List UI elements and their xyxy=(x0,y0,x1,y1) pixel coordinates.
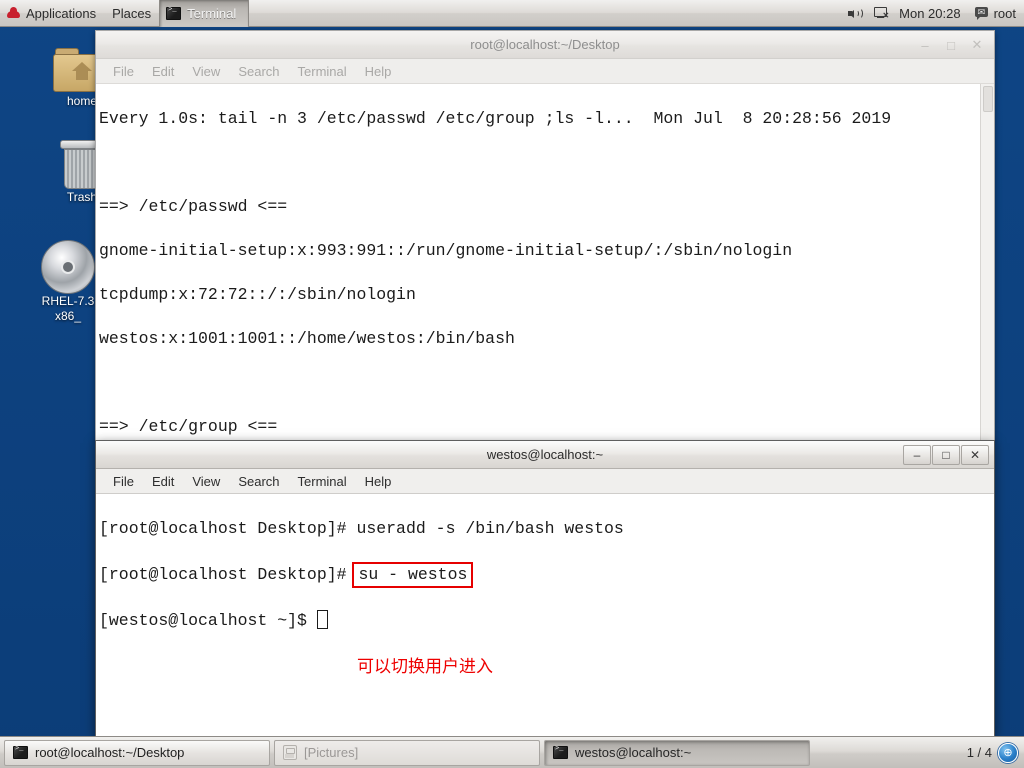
user-menu-label: root xyxy=(993,5,1016,21)
command-useradd: useradd -s /bin/bash westos xyxy=(356,519,624,538)
maximize-button[interactable]: □ xyxy=(932,445,960,465)
menu-search[interactable]: Search xyxy=(229,62,288,81)
desktop-icon-rhel-label: RHEL-7.3 xyxy=(41,294,95,308)
titlebar-root-desktop[interactable]: root@localhost:~/Desktop – □ ✕ xyxy=(96,31,994,59)
close-button[interactable]: ✕ xyxy=(964,35,990,55)
terminal-line: westos:x:1001:1001::/home/westos:/bin/ba… xyxy=(99,329,515,348)
window-title-westos: westos@localhost:~ xyxy=(486,447,604,462)
menu-view[interactable]: View xyxy=(183,62,229,81)
volume-icon[interactable] xyxy=(848,6,864,21)
places-menu-label: Places xyxy=(112,5,152,21)
clock[interactable]: Mon 20:28 xyxy=(899,6,960,21)
terminal-output-westos[interactable]: [root@localhost Desktop]# useradd -s /bi… xyxy=(96,494,994,737)
highlighted-command-su: su - westos xyxy=(352,562,474,588)
places-menu[interactable]: Places xyxy=(104,0,159,27)
image-viewer-icon xyxy=(283,745,297,760)
scrollbar-thumb[interactable] xyxy=(983,86,993,112)
terminal-cursor xyxy=(316,610,328,629)
applications-menu[interactable]: Applications xyxy=(0,0,104,27)
terminal-line: gnome-initial-setup:x:993:991::/run/gnom… xyxy=(99,241,793,260)
terminal-content-wrapper: Every 1.0s: tail -n 3 /etc/passwd /etc/g… xyxy=(96,84,994,443)
redhat-logo-icon xyxy=(6,6,21,21)
user-message-icon: ✉ xyxy=(974,6,989,20)
terminal-line: Every 1.0s: tail -n 3 /etc/passwd /etc/g… xyxy=(99,109,892,128)
top-panel-status-area: ✕ Mon 20:28 ✉ root xyxy=(848,0,1024,27)
terminal-line: ==> /etc/group <== xyxy=(99,417,278,436)
close-button[interactable]: ✕ xyxy=(961,445,989,465)
shell-prompt-westos: [westos@localhost ~]$ xyxy=(99,611,317,630)
terminal-icon xyxy=(166,6,182,20)
menu-help[interactable]: Help xyxy=(356,62,401,81)
terminal-line: tcpdump:x:72:72::/:/sbin/nologin xyxy=(99,285,416,304)
desktop-icon-trash-label: Trash xyxy=(66,190,98,204)
workspace-switcher-icon[interactable]: ⊕ xyxy=(998,742,1018,763)
top-panel-window-task-label: Terminal xyxy=(187,5,237,21)
menu-file[interactable]: File xyxy=(104,472,143,491)
shell-prompt: [root@localhost Desktop]# xyxy=(99,565,357,584)
top-panel-window-task-terminal[interactable]: Terminal xyxy=(159,0,250,27)
taskbar-button-label: root@localhost:~/Desktop xyxy=(35,745,185,760)
terminal-scrollbar[interactable] xyxy=(980,84,994,443)
menu-help[interactable]: Help xyxy=(356,472,401,491)
terminal-line: [root@localhost Desktop]# su - westos xyxy=(99,562,994,588)
dvd-disc-icon xyxy=(41,240,95,294)
taskbar-right-area: 1 / 4 ⊕ xyxy=(967,742,1020,763)
menu-search[interactable]: Search xyxy=(229,472,288,491)
desktop-screen: Applications Places Terminal ✕ Mon 20:28… xyxy=(0,0,1024,768)
top-panel: Applications Places Terminal ✕ Mon 20:28… xyxy=(0,0,1024,27)
terminal-line: ==> /etc/passwd <== xyxy=(99,197,288,216)
shell-prompt: [root@localhost Desktop]# xyxy=(99,519,357,538)
minimize-button[interactable]: – xyxy=(903,445,931,465)
annotation-text: 可以切换用户进入 xyxy=(357,657,493,677)
taskbar-button-westos[interactable]: westos@localhost:~ xyxy=(544,739,810,766)
minimize-button[interactable]: – xyxy=(912,35,938,55)
window-controls-westos: – □ ✕ xyxy=(903,441,989,469)
applications-menu-label: Applications xyxy=(26,5,97,21)
workspace-indicator[interactable]: 1 / 4 xyxy=(967,745,992,760)
terminal-line: [root@localhost Desktop]# useradd -s /bi… xyxy=(99,518,994,540)
desktop-icon-home-label: home xyxy=(66,94,98,108)
menu-edit[interactable]: Edit xyxy=(143,62,183,81)
terminal-icon xyxy=(13,745,28,759)
terminal-icon xyxy=(553,745,568,759)
window-title-root-desktop: root@localhost:~/Desktop xyxy=(470,37,620,52)
terminal-output-root-desktop[interactable]: Every 1.0s: tail -n 3 /etc/passwd /etc/g… xyxy=(96,84,980,443)
network-disconnected-icon[interactable]: ✕ xyxy=(874,6,889,20)
user-menu[interactable]: ✉ root xyxy=(971,0,1018,27)
taskbar-button-label: westos@localhost:~ xyxy=(575,745,692,760)
terminal-window-westos[interactable]: westos@localhost:~ – □ ✕ File Edit View … xyxy=(95,440,995,737)
menu-view[interactable]: View xyxy=(183,472,229,491)
taskbar: root@localhost:~/Desktop [Pictures] west… xyxy=(0,736,1024,768)
menu-terminal[interactable]: Terminal xyxy=(289,62,356,81)
desktop-icon-rhel-label2: x86_ xyxy=(54,309,82,323)
menubar-root-desktop: File Edit View Search Terminal Help xyxy=(96,59,994,84)
menu-file[interactable]: File xyxy=(104,62,143,81)
taskbar-button-root-desktop[interactable]: root@localhost:~/Desktop xyxy=(4,739,270,766)
taskbar-button-label: [Pictures] xyxy=(304,745,359,760)
taskbar-button-pictures[interactable]: [Pictures] xyxy=(274,739,540,766)
menubar-westos: File Edit View Search Terminal Help xyxy=(96,469,994,494)
terminal-window-root-desktop[interactable]: root@localhost:~/Desktop – □ ✕ File Edit… xyxy=(95,30,995,443)
maximize-button[interactable]: □ xyxy=(938,35,964,55)
menu-terminal[interactable]: Terminal xyxy=(289,472,356,491)
terminal-line: [westos@localhost ~]$ xyxy=(99,610,994,632)
window-controls-root-desktop: – □ ✕ xyxy=(912,31,990,59)
menu-edit[interactable]: Edit xyxy=(143,472,183,491)
titlebar-westos[interactable]: westos@localhost:~ – □ ✕ xyxy=(96,441,994,469)
